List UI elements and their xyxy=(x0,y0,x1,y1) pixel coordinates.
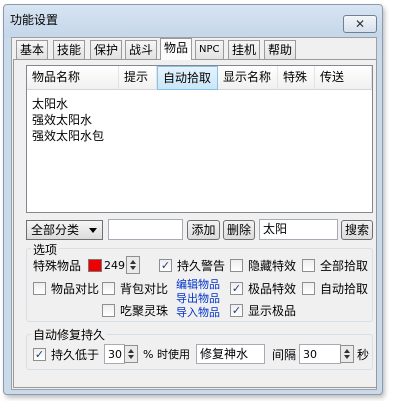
repair-item-input[interactable]: 修复神水 xyxy=(196,344,265,364)
repair-threshold-stepper[interactable] xyxy=(124,345,138,363)
repair-interval-input[interactable]: 30 xyxy=(299,344,341,364)
check-icon: ✓ xyxy=(231,282,242,295)
category-select[interactable]: 全部分类 xyxy=(26,220,103,240)
column-header-teleport[interactable]: 传送 xyxy=(315,66,372,90)
durability-warning-label: 持久警告 xyxy=(177,259,226,273)
repair-enabled-checkbox[interactable]: ✓ xyxy=(33,348,46,361)
item-compare-label: 物品对比 xyxy=(51,282,100,296)
show-rare-label: 显示极品 xyxy=(248,304,297,318)
arrow-up-icon xyxy=(128,349,134,353)
export-items-link[interactable]: 导出物品 xyxy=(176,292,220,305)
auto-pickup-checkbox[interactable] xyxy=(302,282,315,295)
item-name-input[interactable] xyxy=(108,219,183,240)
special-item-color-swatch[interactable] xyxy=(88,259,102,272)
list-item[interactable]: 强效太阳水包 xyxy=(32,127,104,144)
arrow-down-icon xyxy=(128,355,134,359)
column-header-special[interactable]: 特殊 xyxy=(278,66,315,90)
repair-threshold-input[interactable]: 30 xyxy=(104,344,125,364)
rare-effects-label: 极品特效 xyxy=(248,282,297,296)
options-group-title: 选项 xyxy=(31,241,60,258)
list-item[interactable]: 太阳水 xyxy=(32,95,68,112)
title-bar[interactable] xyxy=(4,5,382,38)
edit-items-link[interactable]: 编辑物品 xyxy=(176,278,220,291)
tab-skills[interactable]: 技能 xyxy=(53,40,86,59)
list-item[interactable]: 强效太阳水 xyxy=(32,111,92,128)
bag-compare-label: 背包对比 xyxy=(120,282,169,296)
arrow-down-icon xyxy=(344,355,350,359)
item-compare-checkbox[interactable] xyxy=(33,282,46,295)
durability-warning-checkbox[interactable]: ✓ xyxy=(159,259,172,272)
special-item-value: 249 xyxy=(104,259,125,272)
import-items-link[interactable]: 导入物品 xyxy=(176,306,220,319)
pearl-collect-checkbox[interactable] xyxy=(102,304,115,317)
special-item-label: 特殊物品 xyxy=(33,259,82,273)
category-select-value: 全部分类 xyxy=(31,223,80,237)
repair-percent-text: % 时使用 xyxy=(143,348,190,361)
tab-items[interactable]: 物品 xyxy=(160,38,193,60)
close-icon: ✕ xyxy=(354,17,366,31)
bag-compare-checkbox[interactable] xyxy=(102,282,115,295)
repair-threshold-label: 持久低于 xyxy=(51,348,100,362)
column-header-auto-pickup[interactable]: 自动拾取 xyxy=(157,66,218,90)
check-icon: ✓ xyxy=(34,348,45,361)
auto-pickup-label: 自动拾取 xyxy=(320,282,369,296)
hide-effects-label: 隐藏特效 xyxy=(248,259,297,273)
column-header-display-name[interactable]: 显示名称 xyxy=(218,66,278,90)
tab-idle[interactable]: 挂机 xyxy=(228,40,261,59)
pickup-all-checkbox[interactable] xyxy=(302,259,315,272)
tab-help[interactable]: 帮助 xyxy=(264,40,297,59)
close-button[interactable]: ✕ xyxy=(343,15,377,33)
tab-basic[interactable]: 基本 xyxy=(16,40,49,59)
check-icon: ✓ xyxy=(160,259,171,272)
tab-combat[interactable]: 战斗 xyxy=(125,40,158,59)
hide-effects-checkbox[interactable] xyxy=(230,259,243,272)
tab-protection[interactable]: 保护 xyxy=(90,40,123,59)
chevron-down-icon xyxy=(89,228,97,233)
arrow-down-icon xyxy=(130,266,136,270)
window-title: 功能设置 xyxy=(10,13,59,27)
add-button[interactable]: 添加 xyxy=(187,220,220,240)
column-header-hint[interactable]: 提示 xyxy=(119,66,157,90)
repair-interval-stepper[interactable] xyxy=(340,345,354,363)
arrow-up-icon xyxy=(344,349,350,353)
repair-interval-label: 间隔 xyxy=(272,348,297,362)
repair-interval-unit: 秒 xyxy=(357,348,370,362)
search-input[interactable]: 太阳 xyxy=(259,219,338,240)
tab-npc[interactable]: NPC xyxy=(195,40,224,59)
auto-repair-group-title: 自动修复持久 xyxy=(31,326,108,343)
rare-effects-checkbox[interactable]: ✓ xyxy=(230,282,243,295)
pickup-all-label: 全部拾取 xyxy=(320,259,369,273)
delete-button[interactable]: 删除 xyxy=(223,220,255,240)
column-header-item-name[interactable]: 物品名称 xyxy=(27,66,119,90)
arrow-up-icon xyxy=(130,260,136,264)
search-button[interactable]: 搜索 xyxy=(341,220,373,240)
check-icon: ✓ xyxy=(231,304,242,317)
pearl-collect-label: 吃聚灵珠 xyxy=(120,304,169,318)
show-rare-checkbox[interactable]: ✓ xyxy=(230,304,243,317)
special-item-stepper[interactable] xyxy=(126,256,140,274)
